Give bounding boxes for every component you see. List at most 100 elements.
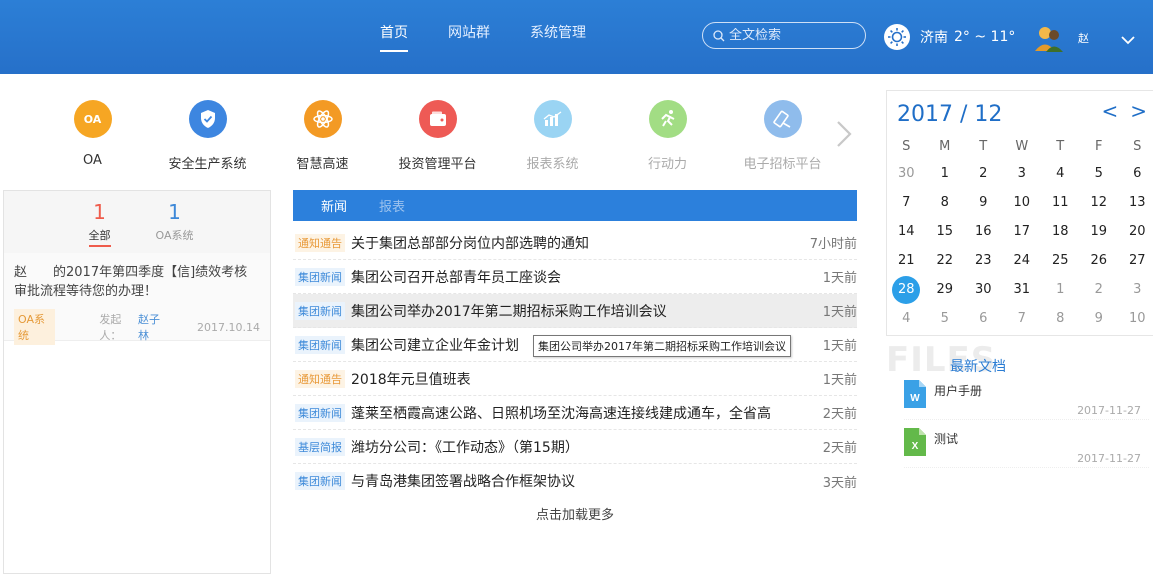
calendar-day[interactable]: 1: [1041, 275, 1080, 304]
calendar-day[interactable]: 2: [964, 159, 1003, 188]
calendar-day[interactable]: 7: [1003, 304, 1042, 333]
calendar-day[interactable]: 3: [1118, 275, 1153, 304]
news-row[interactable]: 通知通告 关于集团总部部分岗位内部选聘的通知 7小时前: [293, 226, 857, 260]
news-row[interactable]: 集团新闻 与青岛港集团签署战略合作框架协议 3天前: [293, 464, 857, 498]
calendar-day[interactable]: 5: [926, 304, 965, 333]
chevron-down-icon[interactable]: [1120, 30, 1136, 49]
nav-system-admin[interactable]: 系统管理: [530, 22, 586, 52]
calendar-day[interactable]: 14: [887, 217, 926, 246]
calendar-day[interactable]: 8: [926, 188, 965, 217]
user-name[interactable]: 赵: [1078, 30, 1089, 46]
calendar-day[interactable]: 23: [964, 246, 1003, 275]
calendar-day[interactable]: 13: [1118, 188, 1153, 217]
calendar-day[interactable]: 3: [1003, 159, 1042, 188]
calendar-day[interactable]: 20: [1118, 217, 1153, 246]
calendar-day[interactable]: 2: [1080, 275, 1119, 304]
app-smart-highway[interactable]: 智慧高速: [265, 100, 380, 172]
initiator-name[interactable]: 赵子林: [138, 311, 167, 343]
file-name[interactable]: 用户手册: [934, 382, 982, 399]
tab-reports[interactable]: 报表: [379, 196, 405, 215]
calendar-day[interactable]: 8: [1041, 304, 1080, 333]
news-title[interactable]: 关于集团总部部分岗位内部选聘的通知: [351, 233, 589, 253]
app-investment-mgmt[interactable]: 投资管理平台: [380, 100, 495, 172]
search-box[interactable]: [702, 22, 866, 49]
news-row[interactable]: 集团新闻 集团公司举办2017年第二期招标采购工作培训会议 1天前: [293, 294, 857, 328]
next-month-icon[interactable]: >: [1130, 99, 1147, 123]
app-oa[interactable]: OA OA: [35, 100, 150, 172]
calendar-day[interactable]: 11: [1041, 188, 1080, 217]
calendar-day[interactable]: 30: [964, 275, 1003, 304]
chevron-right-icon[interactable]: [834, 120, 854, 152]
file-item[interactable]: W 用户手册 2017-11-27: [904, 380, 1149, 420]
news-row[interactable]: 基层简报 潍坊分公司：《工作动态》（第15期） 2天前: [293, 430, 857, 464]
news-row[interactable]: 集团新闻 集团公司建立企业年金计划 集团公司举办2017年第二期招标采购工作培训…: [293, 328, 857, 362]
weekday-label: F: [1095, 138, 1103, 154]
calendar-day[interactable]: 18: [1041, 217, 1080, 246]
calendar-day[interactable]: 26: [1080, 246, 1119, 275]
calendar-day[interactable]: 24: [1003, 246, 1042, 275]
tab-oa-system[interactable]: 1 OA系统: [137, 201, 212, 253]
calendar-day[interactable]: 12: [1080, 188, 1119, 217]
avatar[interactable]: [1034, 24, 1064, 52]
todo-tabs: 1 全部 1 OA系统: [4, 191, 270, 253]
todo-title[interactable]: 赵 的2017年第四季度【信]绩效考核审批流程等待您的办理！: [14, 263, 260, 301]
news-time: 1天前: [822, 271, 857, 286]
calendar-day[interactable]: 21: [887, 246, 926, 275]
calendar-day[interactable]: 31: [1003, 275, 1042, 304]
app-label: 行动力: [647, 157, 687, 172]
app-launcher: OA OA 安全生产系统 智慧高速 投资管理平台 报表系统 行动力 电子招标平台: [35, 100, 840, 172]
weekday-label: M: [939, 138, 951, 154]
news-title[interactable]: 集团公司建立企业年金计划: [351, 335, 519, 355]
file-item[interactable]: X 测试 2017-11-27: [904, 428, 1149, 468]
tab-news[interactable]: 新闻: [321, 196, 347, 215]
app-action[interactable]: 行动力: [610, 100, 725, 172]
nav-home[interactable]: 首页: [380, 22, 408, 52]
search-input[interactable]: [729, 28, 859, 43]
calendar-day[interactable]: 9: [1080, 304, 1119, 333]
news-row[interactable]: 通知通告 2018年元旦值班表 1天前: [293, 362, 857, 396]
news-category: 集团新闻: [295, 267, 345, 286]
app-report-system[interactable]: 报表系统: [495, 100, 610, 172]
calendar-day[interactable]: 22: [926, 246, 965, 275]
news-title[interactable]: 蓬莱至栖霞高速公路、日照机场至沈海高速连接线建成通车，全省高...: [351, 403, 771, 423]
calendar-day[interactable]: 25: [1041, 246, 1080, 275]
files-title: 最新文档: [950, 359, 1006, 375]
calendar-day[interactable]: 7: [887, 188, 926, 217]
calendar-day[interactable]: 9: [964, 188, 1003, 217]
weekday-label: T: [1056, 138, 1065, 154]
load-more-link[interactable]: 点击加载更多: [293, 504, 857, 523]
news-title[interactable]: 与青岛港集团签署战略合作框架协议: [351, 471, 575, 491]
tab-all[interactable]: 1 全部: [62, 201, 137, 253]
calendar-day[interactable]: 4: [887, 304, 926, 333]
todo-item[interactable]: 赵 的2017年第四季度【信]绩效考核审批流程等待您的办理！ OA系统 发起人：…: [4, 253, 270, 345]
prev-month-icon[interactable]: <: [1101, 99, 1118, 123]
calendar-day[interactable]: 17: [1003, 217, 1042, 246]
calendar-day[interactable]: 19: [1080, 217, 1119, 246]
calendar-day[interactable]: 30: [887, 159, 926, 188]
tab-count: 1: [93, 200, 106, 224]
news-row[interactable]: 集团新闻 蓬莱至栖霞高速公路、日照机场至沈海高速连接线建成通车，全省高... 2…: [293, 396, 857, 430]
calendar-nav: < >: [1089, 99, 1147, 123]
calendar-day[interactable]: 6: [964, 304, 1003, 333]
news-panel: 新闻 报表 通知通告 关于集团总部部分岗位内部选聘的通知 7小时前 集团新闻 集…: [293, 190, 857, 523]
calendar-day[interactable]: 6: [1118, 159, 1153, 188]
calendar-day[interactable]: 27: [1118, 246, 1153, 275]
news-row[interactable]: 集团新闻 集团公司召开总部青年员工座谈会 1天前: [293, 260, 857, 294]
file-name[interactable]: 测试: [934, 430, 958, 447]
news-title[interactable]: 2018年元旦值班表: [351, 369, 471, 389]
calendar-day[interactable]: 5: [1080, 159, 1119, 188]
app-e-bidding[interactable]: 电子招标平台: [725, 100, 840, 172]
calendar-day[interactable]: 10: [1118, 304, 1153, 333]
nav-site-group[interactable]: 网站群: [448, 22, 490, 52]
calendar-day[interactable]: 1: [926, 159, 965, 188]
calendar-day[interactable]: 10: [1003, 188, 1042, 217]
news-title[interactable]: 集团公司举办2017年第二期招标采购工作培训会议: [351, 301, 667, 321]
calendar-day[interactable]: 28: [887, 275, 926, 304]
calendar-day[interactable]: 4: [1041, 159, 1080, 188]
news-title[interactable]: 潍坊分公司：《工作动态》（第15期）: [351, 437, 579, 457]
calendar-day[interactable]: 16: [964, 217, 1003, 246]
calendar-day[interactable]: 15: [926, 217, 965, 246]
news-title[interactable]: 集团公司召开总部青年员工座谈会: [351, 267, 561, 287]
calendar-day[interactable]: 29: [926, 275, 965, 304]
app-safety-production[interactable]: 安全生产系统: [150, 100, 265, 172]
